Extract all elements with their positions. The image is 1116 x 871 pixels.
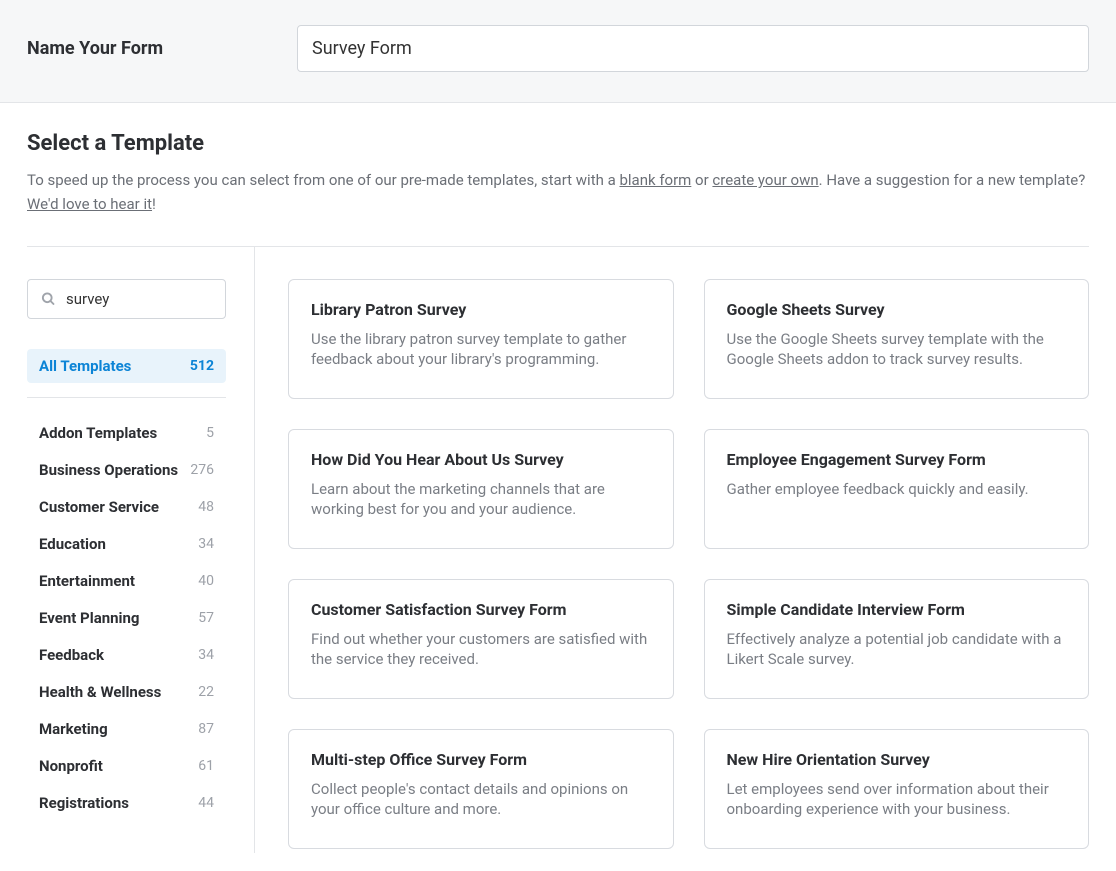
template-desc: Use the library patron survey template t… — [311, 329, 651, 370]
category-label: Feedback — [39, 646, 104, 664]
category-all-templates[interactable]: All Templates 512 — [27, 349, 226, 383]
desc-text: ! — [152, 195, 156, 213]
content: Select a Template To speed up the proces… — [0, 103, 1116, 853]
create-your-own-link[interactable]: create your own — [712, 171, 818, 189]
category-count: 44 — [198, 795, 214, 811]
template-card[interactable]: How Did You Hear About Us Survey Learn a… — [288, 429, 674, 549]
template-title: How Did You Hear About Us Survey — [311, 450, 651, 469]
select-template-desc: To speed up the process you can select f… — [27, 168, 1089, 216]
category-count: 512 — [190, 358, 214, 374]
search-wrap — [27, 279, 254, 319]
category-label: Marketing — [39, 720, 108, 738]
template-title: Google Sheets Survey — [727, 300, 1067, 319]
template-card[interactable]: New Hire Orientation Survey Let employee… — [704, 729, 1090, 849]
template-card[interactable]: Library Patron Survey Use the library pa… — [288, 279, 674, 399]
form-name-input[interactable] — [297, 25, 1089, 72]
template-title: New Hire Orientation Survey — [727, 750, 1067, 769]
blank-form-link[interactable]: blank form — [619, 171, 691, 189]
category-education[interactable]: Education 34 — [27, 527, 226, 561]
category-count: 61 — [198, 758, 214, 774]
category-label: Health & Wellness — [39, 683, 161, 701]
category-label: Event Planning — [39, 609, 140, 627]
category-label: Entertainment — [39, 572, 135, 590]
category-label: All Templates — [39, 357, 131, 375]
select-template-title: Select a Template — [27, 131, 1089, 156]
template-title: Library Patron Survey — [311, 300, 651, 319]
template-title: Customer Satisfaction Survey Form — [311, 600, 651, 619]
category-label: Nonprofit — [39, 757, 103, 775]
category-count: 34 — [198, 647, 214, 663]
sidebar: All Templates 512 Addon Templates 5 Busi… — [27, 247, 255, 853]
template-title: Multi-step Office Survey Form — [311, 750, 651, 769]
category-feedback[interactable]: Feedback 34 — [27, 638, 226, 672]
template-card[interactable]: Simple Candidate Interview Form Effectiv… — [704, 579, 1090, 699]
category-count: 5 — [206, 425, 214, 441]
category-addon-templates[interactable]: Addon Templates 5 — [27, 416, 226, 450]
category-label: Education — [39, 535, 106, 553]
desc-text: or — [691, 171, 712, 189]
category-count: 276 — [190, 462, 214, 478]
template-desc: Let employees send over information abou… — [727, 779, 1067, 820]
category-list-secondary: Addon Templates 5 Business Operations 27… — [27, 416, 254, 820]
template-desc: Collect people's contact details and opi… — [311, 779, 651, 820]
category-label: Customer Service — [39, 498, 159, 516]
category-label: Addon Templates — [39, 424, 157, 442]
category-entertainment[interactable]: Entertainment 40 — [27, 564, 226, 598]
category-count: 34 — [198, 536, 214, 552]
category-label: Registrations — [39, 794, 129, 812]
category-health-wellness[interactable]: Health & Wellness 22 — [27, 675, 226, 709]
template-desc: Use the Google Sheets survey template wi… — [727, 329, 1067, 370]
main-area: All Templates 512 Addon Templates 5 Busi… — [27, 246, 1089, 853]
category-label: Business Operations — [39, 461, 178, 479]
category-marketing[interactable]: Marketing 87 — [27, 712, 226, 746]
desc-text: To speed up the process you can select f… — [27, 171, 619, 189]
name-form-label: Name Your Form — [27, 38, 277, 59]
category-customer-service[interactable]: Customer Service 48 — [27, 490, 226, 524]
template-card[interactable]: Customer Satisfaction Survey Form Find o… — [288, 579, 674, 699]
template-grid: Library Patron Survey Use the library pa… — [255, 247, 1089, 853]
template-card[interactable]: Multi-step Office Survey Form Collect pe… — [288, 729, 674, 849]
category-count: 48 — [198, 499, 214, 515]
template-desc: Find out whether your customers are sati… — [311, 629, 651, 670]
category-business-operations[interactable]: Business Operations 276 — [27, 453, 226, 487]
category-count: 57 — [198, 610, 214, 626]
category-count: 40 — [198, 573, 214, 589]
template-desc: Gather employee feedback quickly and eas… — [727, 479, 1067, 499]
category-count: 87 — [198, 721, 214, 737]
template-title: Employee Engagement Survey Form — [727, 450, 1067, 469]
template-desc: Effectively analyze a potential job cand… — [727, 629, 1067, 670]
category-event-planning[interactable]: Event Planning 57 — [27, 601, 226, 635]
category-count: 22 — [198, 684, 214, 700]
template-card[interactable]: Google Sheets Survey Use the Google Shee… — [704, 279, 1090, 399]
search-input[interactable] — [27, 279, 226, 319]
category-registrations[interactable]: Registrations 44 — [27, 786, 226, 820]
category-nonprofit[interactable]: Nonprofit 61 — [27, 749, 226, 783]
template-title: Simple Candidate Interview Form — [727, 600, 1067, 619]
category-divider — [27, 397, 226, 398]
suggestion-link[interactable]: We'd love to hear it — [27, 195, 152, 213]
template-card[interactable]: Employee Engagement Survey Form Gather e… — [704, 429, 1090, 549]
template-desc: Learn about the marketing channels that … — [311, 479, 651, 520]
header-bar: Name Your Form — [0, 0, 1116, 103]
desc-text: . Have a suggestion for a new template? — [819, 171, 1086, 189]
category-list: All Templates 512 — [27, 349, 254, 383]
